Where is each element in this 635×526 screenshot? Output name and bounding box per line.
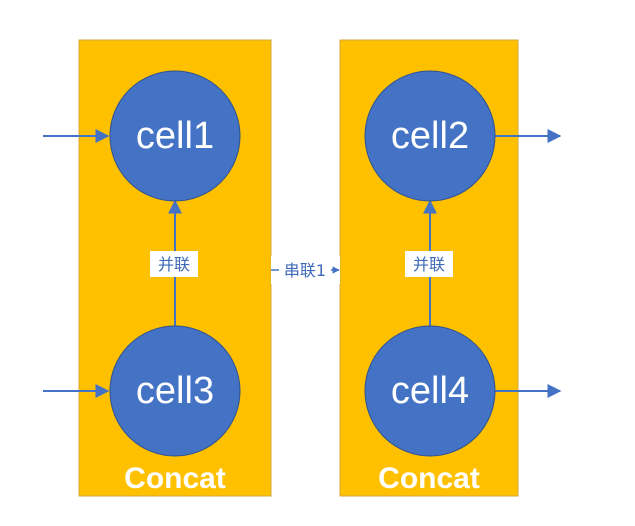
diagram-canvas: 并联 并联 串联1 cell1 cell2 cell3 cell4 Concat… [43, 39, 562, 497]
serial-edge-label: 串联1 [284, 261, 326, 280]
panel-label-left: Concat [124, 462, 226, 495]
node-label-cell1: cell1 [136, 115, 214, 157]
panel-label-right: Concat [378, 462, 480, 495]
node-label-cell4: cell4 [391, 370, 469, 412]
node-label-cell2: cell2 [391, 115, 469, 157]
node-label-cell3: cell3 [136, 370, 214, 412]
edge-label-left: 并联 [158, 255, 190, 274]
edge-label-right: 并联 [413, 255, 445, 274]
